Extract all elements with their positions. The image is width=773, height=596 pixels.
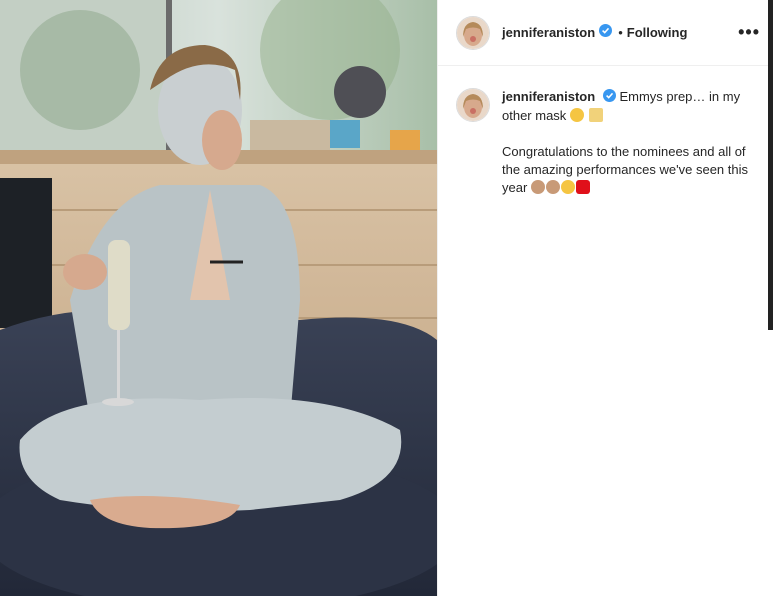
avatar[interactable]	[456, 15, 490, 50]
verified-badge-icon	[602, 88, 616, 107]
clapping-hands-icon	[530, 179, 545, 194]
caption-paragraph-2: Congratulations to the nominees and all …	[502, 143, 750, 197]
post-panel: jenniferaniston • Following ••• jennifer…	[437, 0, 773, 596]
caption-avatar[interactable]	[456, 88, 490, 122]
clapping-hands-icon	[545, 179, 560, 194]
caption-username-link[interactable]: jenniferaniston	[502, 89, 595, 104]
verified-badge-icon	[599, 23, 613, 42]
window-edge	[768, 0, 773, 330]
clinking-glasses-icon	[588, 107, 603, 122]
caption-text: jenniferaniston Emmys prep… in my other …	[502, 88, 750, 197]
separator-dot: •	[618, 25, 623, 40]
caption: jenniferaniston Emmys prep… in my other …	[438, 66, 773, 197]
more-options-icon[interactable]: •••	[738, 22, 760, 43]
post-photo[interactable]	[0, 0, 437, 596]
following-button[interactable]: Following	[627, 25, 688, 40]
smiling-face-with-mask-icon	[569, 107, 584, 122]
photo-woman-in-mask	[0, 0, 437, 596]
star-struck-icon	[560, 179, 575, 194]
username-link[interactable]: jenniferaniston	[502, 25, 595, 40]
red-heart-icon	[575, 179, 590, 194]
post-header: jenniferaniston • Following •••	[438, 0, 773, 66]
